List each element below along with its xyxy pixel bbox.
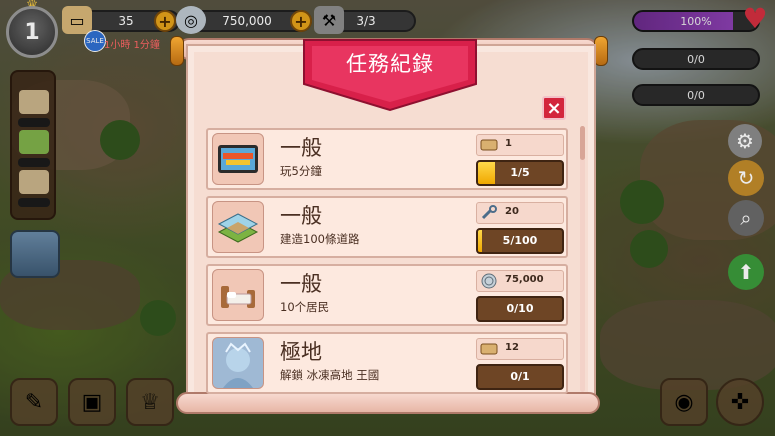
- silver-coin-icon: [481, 273, 497, 289]
- bed-icon: [212, 269, 264, 321]
- scroll-top-right-cap: [594, 36, 608, 66]
- quest-reward: 1: [476, 134, 564, 156]
- quest-progress-bar: 0/1: [476, 364, 564, 390]
- quest-progress-text: 0/10: [506, 302, 534, 315]
- reward-amount: 1: [505, 138, 512, 149]
- quest-progress-bar: 1/5: [476, 160, 564, 186]
- reward-amount: 20: [505, 206, 519, 217]
- quest-item[interactable]: 極地 解鎖 冰凍高地 王國 12 0/1: [206, 332, 568, 394]
- quest-progress-text: 5/100: [502, 234, 538, 247]
- quest-item[interactable]: 一般 建造100條道路 20 5/100: [206, 196, 568, 258]
- reward-amount: 12: [505, 342, 519, 353]
- quest-description: 建造100條道路: [280, 232, 360, 246]
- wood-plank-icon: [480, 139, 498, 151]
- quest-reward: 75,000: [476, 270, 564, 292]
- quest-description: 解鎖 冰凍高地 王國: [280, 368, 380, 382]
- quest-progress-bar: 0/10: [476, 296, 564, 322]
- quest-list-scroll-thumb[interactable]: [580, 126, 585, 160]
- quest-reward: 12: [476, 338, 564, 360]
- quest-description: 10个居民: [280, 300, 330, 314]
- quest-category: 極地: [280, 340, 322, 364]
- quest-reward: 20: [476, 202, 564, 224]
- quest-item[interactable]: 一般 10个居民 75,000 0/10: [206, 264, 568, 326]
- close-button[interactable]: ×: [542, 96, 566, 120]
- quest-progress-text: 0/1: [510, 370, 530, 383]
- close-icon: ×: [546, 97, 562, 119]
- wood-plank-icon: [480, 343, 498, 355]
- quest-list[interactable]: 一般 玩5分鐘 1 1/5 一般 建造100條道路 20 5/100 一般 10…: [202, 124, 578, 396]
- quest-list-scrollbar[interactable]: [580, 126, 585, 392]
- quest-progress-bar: 5/100: [476, 228, 564, 254]
- quest-progress-text: 1/5: [510, 166, 530, 179]
- fantasy-island-tablet-icon: [212, 133, 264, 185]
- ice-queen-portrait-icon: [212, 337, 264, 389]
- wrench-icon: [481, 205, 497, 220]
- road-tiles-icon: [212, 201, 264, 253]
- quest-item[interactable]: 一般 玩5分鐘 1 1/5: [206, 128, 568, 190]
- quest-description: 玩5分鐘: [280, 164, 322, 178]
- quest-category: 一般: [280, 204, 322, 228]
- scroll-top-left-cap: [170, 36, 184, 66]
- quest-category: 一般: [280, 136, 322, 160]
- quest-category: 一般: [280, 272, 322, 296]
- dialog-title: 任務紀錄: [346, 52, 434, 76]
- reward-amount: 75,000: [505, 274, 544, 285]
